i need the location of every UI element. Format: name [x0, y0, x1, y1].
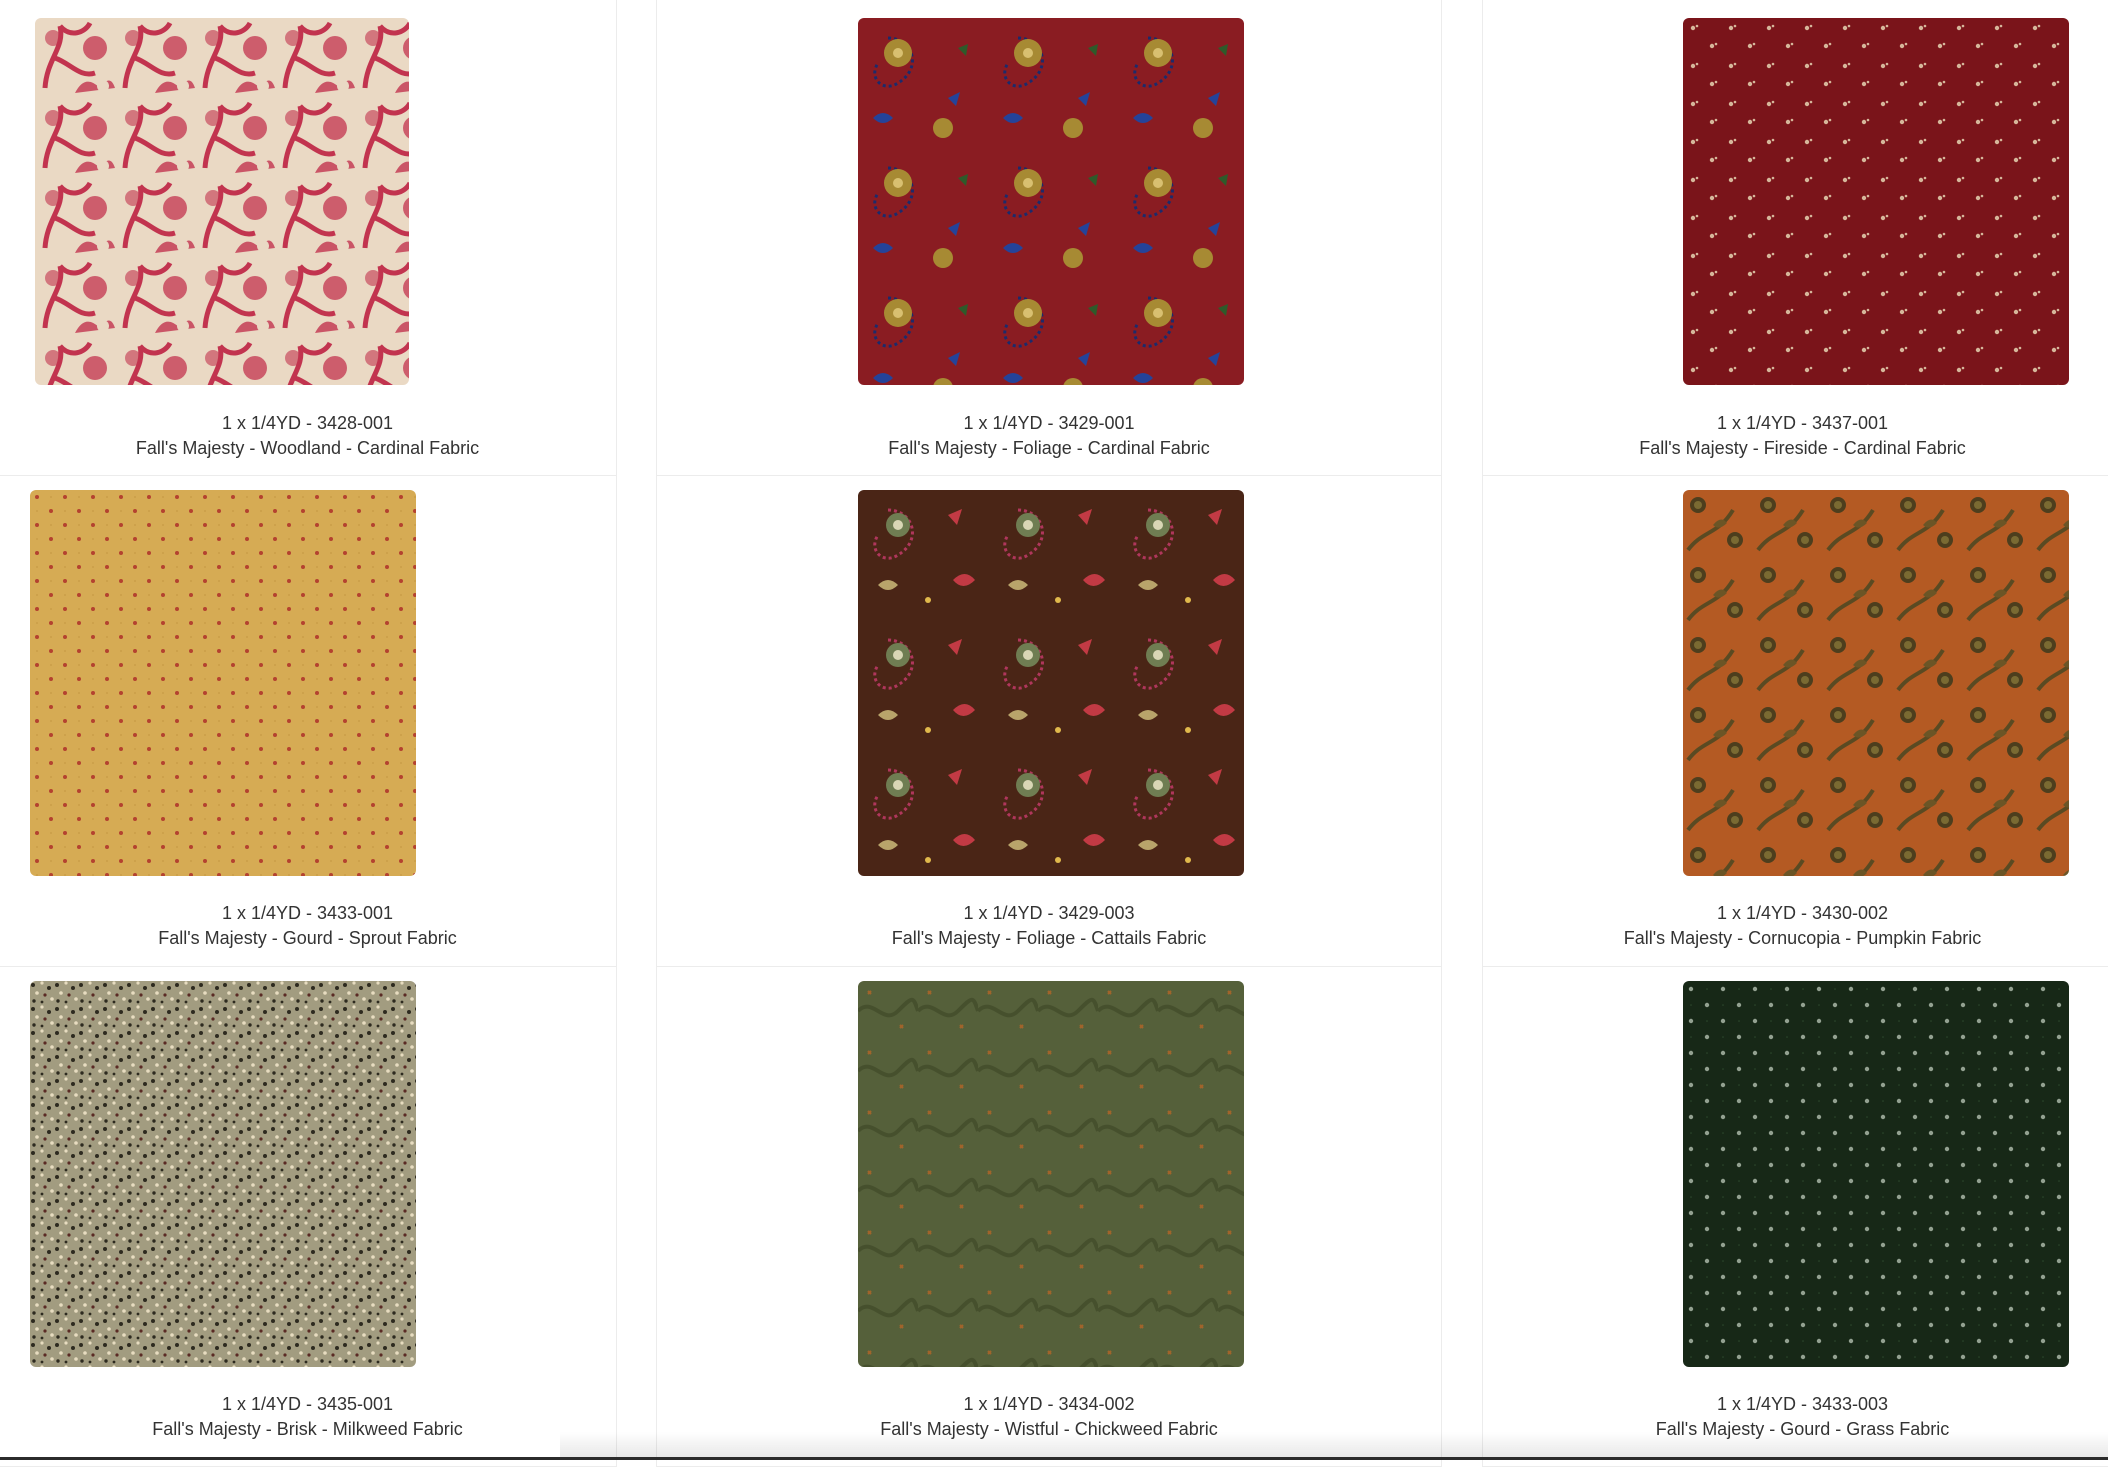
product-card[interactable]: 1 x 1/4YD - 3430-002 Fall's Majesty - Co…	[1482, 476, 2108, 967]
product-card[interactable]: 1 x 1/4YD - 3433-001 Fall's Majesty - Go…	[0, 476, 617, 967]
product-sku: 1 x 1/4YD - 3433-003	[1716, 1394, 1889, 1414]
product-sku: 1 x 1/4YD - 3435-001	[221, 1394, 394, 1414]
product-sku: 1 x 1/4YD - 3434-002	[963, 1394, 1135, 1414]
product-card[interactable]: 1 x 1/4YD - 3433-003 Fall's Majesty - Go…	[1482, 967, 2108, 1467]
product-name[interactable]: Fall's Majesty - Fireside - Cardinal Fab…	[1483, 437, 2108, 459]
vine-pattern-icon[interactable]	[858, 981, 1244, 1367]
product-card[interactable]: 1 x 1/4YD - 3429-003 Fall's Majesty - Fo…	[656, 476, 1442, 967]
speckle-pattern-icon[interactable]	[30, 981, 416, 1367]
berry-vine-pattern-icon[interactable]	[1683, 490, 2069, 876]
product-sku: 1 x 1/4YD - 3433-001	[221, 903, 394, 923]
product-sku: 1 x 1/4YD - 3429-003	[963, 903, 1135, 923]
product-card[interactable]: 1 x 1/4YD - 3429-001 Fall's Majesty - Fo…	[656, 0, 1442, 476]
paisley-pattern-icon[interactable]	[858, 18, 1244, 385]
product-card[interactable]: 1 x 1/4YD - 3437-001 Fall's Majesty - Fi…	[1482, 0, 2108, 476]
product-sku: 1 x 1/4YD - 3428-001	[221, 413, 394, 433]
sprig-dot-pattern-icon[interactable]	[1683, 18, 2069, 385]
product-sku: 1 x 1/4YD - 3429-001	[963, 413, 1135, 433]
product-name[interactable]: Fall's Majesty - Gourd - Sprout Fabric	[0, 927, 616, 949]
product-card[interactable]: 1 x 1/4YD - 3435-001 Fall's Majesty - Br…	[0, 967, 617, 1467]
product-name[interactable]: Fall's Majesty - Brisk - Milkweed Fabric	[0, 1418, 616, 1440]
product-sku: 1 x 1/4YD - 3437-001	[1716, 413, 1889, 433]
product-name[interactable]: Fall's Majesty - Foliage - Cardinal Fabr…	[657, 437, 1441, 459]
product-card[interactable]: 1 x 1/4YD - 3434-002 Fall's Majesty - Wi…	[656, 967, 1442, 1467]
pin-dot-pattern-icon[interactable]	[1683, 981, 2069, 1367]
product-card[interactable]: 1 x 1/4YD - 3428-001 Fall's Majesty - Wo…	[0, 0, 617, 476]
product-sku: 1 x 1/4YD - 3430-002	[1716, 903, 1889, 923]
product-name[interactable]: Fall's Majesty - Cornucopia - Pumpkin Fa…	[1483, 927, 2108, 949]
product-name[interactable]: Fall's Majesty - Wistful - Chickweed Fab…	[657, 1418, 1441, 1440]
paisley-pattern-icon[interactable]	[858, 490, 1244, 876]
product-grid: 1 x 1/4YD - 3428-001 Fall's Majesty - Wo…	[0, 0, 2108, 1467]
product-name[interactable]: Fall's Majesty - Woodland - Cardinal Fab…	[0, 437, 616, 459]
product-name[interactable]: Fall's Majesty - Gourd - Grass Fabric	[1483, 1418, 2108, 1440]
pin-dot-pattern-icon[interactable]	[30, 490, 416, 876]
toile-pattern-icon[interactable]	[35, 18, 409, 385]
product-name[interactable]: Fall's Majesty - Foliage - Cattails Fabr…	[657, 927, 1441, 949]
